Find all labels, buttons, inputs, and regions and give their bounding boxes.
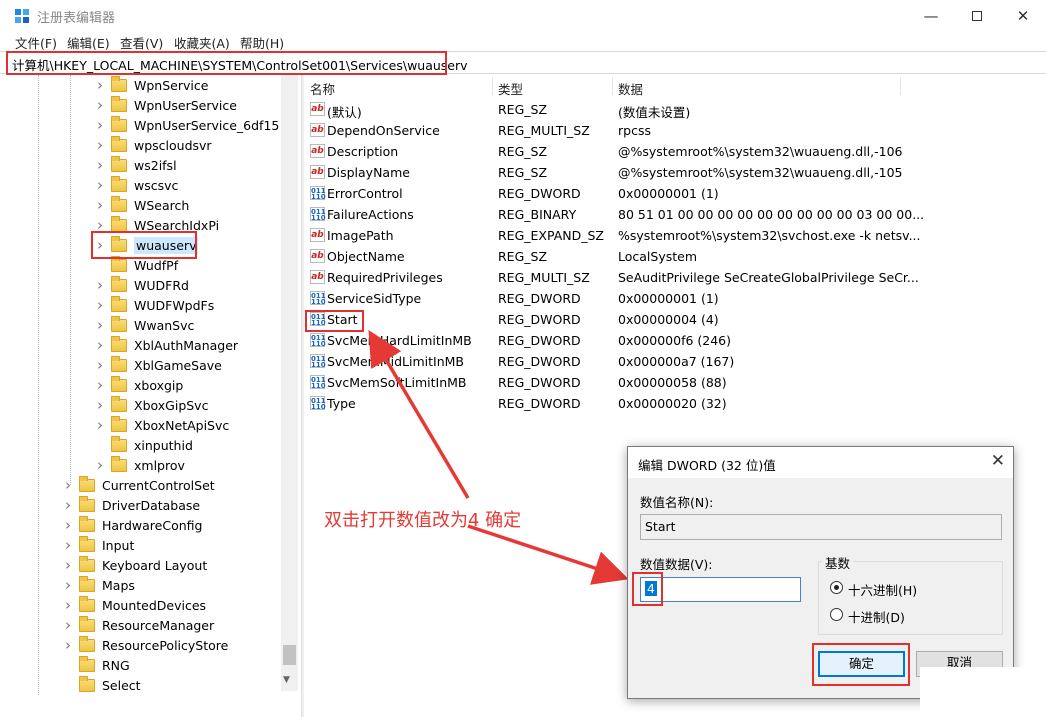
- value-data-label: 数值数据(V):: [640, 557, 713, 572]
- value-data-input[interactable]: 4: [640, 577, 801, 602]
- edit-dword-dialog: 编辑 DWORD (32 位)值 ✕ 数值名称(N): Start 数值数据(V…: [627, 446, 1014, 699]
- base-label: 基数: [822, 553, 854, 572]
- hex-radio[interactable]: [830, 581, 843, 594]
- decimal-radio[interactable]: [830, 608, 843, 621]
- arrow-to-start: [368, 329, 470, 499]
- value-name-label: 数值名称(N):: [640, 495, 714, 510]
- value-data-text[interactable]: 4: [645, 581, 657, 596]
- dialog-title-bar: 编辑 DWORD (32 位)值 ✕: [628, 447, 1013, 478]
- dialog-title: 编辑 DWORD (32 位)值: [638, 458, 776, 473]
- ok-button[interactable]: 确定: [818, 651, 905, 677]
- hex-label[interactable]: 十六进制(H): [848, 580, 917, 599]
- cropped-corner: [920, 667, 1046, 717]
- annotation-text: 双击打开数值改为4 确定: [324, 510, 522, 531]
- value-name-text: Start: [645, 519, 676, 534]
- decimal-label[interactable]: 十进制(D): [848, 607, 905, 626]
- close-icon[interactable]: ✕: [991, 451, 1005, 471]
- arrow-to-data-field: [467, 524, 629, 585]
- value-name-field: Start: [640, 514, 1002, 540]
